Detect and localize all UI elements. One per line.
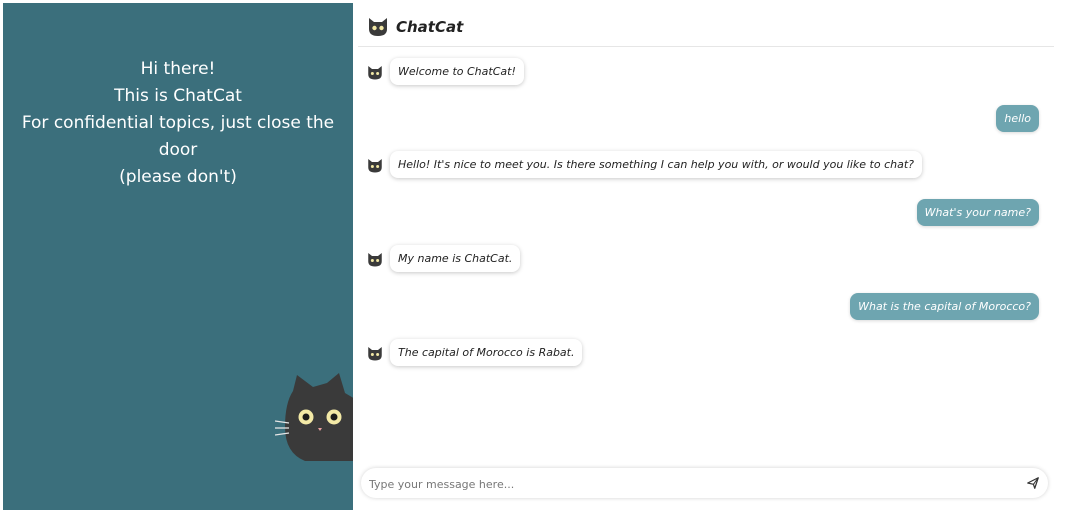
bot-message: The capital of Morocco is Rabat. xyxy=(390,339,583,366)
cat-avatar-icon xyxy=(368,66,382,80)
cat-avatar-icon xyxy=(368,159,382,173)
intro-text: Hi there! This is ChatCat For confidenti… xyxy=(13,56,343,191)
send-icon[interactable] xyxy=(1026,476,1040,490)
cat-logo-icon xyxy=(369,18,387,36)
user-message: What is the capital of Morocco? xyxy=(850,293,1039,320)
message-input[interactable] xyxy=(367,473,1011,495)
intro-panel: Hi there! This is ChatCat For confidenti… xyxy=(3,3,353,510)
chat-header: ChatCat xyxy=(358,3,1054,47)
intro-line: door xyxy=(158,140,198,160)
app-title: ChatCat xyxy=(396,18,464,36)
message-composer xyxy=(361,468,1048,498)
intro-line: (please don't) xyxy=(119,167,237,187)
message-row: The capital of Morocco is Rabat. xyxy=(358,339,1054,369)
message-row: Hello! It's nice to meet you. Is there s… xyxy=(358,151,1054,181)
cat-avatar-icon xyxy=(368,253,382,267)
chat-panel: ChatCat Welcome to ChatCat! hello Hello!… xyxy=(358,3,1054,510)
intro-line: This is ChatCat xyxy=(114,86,242,106)
user-message: hello xyxy=(996,105,1039,132)
user-message: What's your name? xyxy=(916,199,1039,226)
message-row: My name is ChatCat. xyxy=(358,245,1054,275)
bot-message: My name is ChatCat. xyxy=(390,245,521,272)
bot-message: Hello! It's nice to meet you. Is there s… xyxy=(390,151,922,178)
cat-avatar-icon xyxy=(368,347,382,361)
intro-line: Hi there! xyxy=(140,59,216,79)
message-row: What's your name? xyxy=(358,199,1054,229)
message-row: What is the capital of Morocco? xyxy=(358,293,1054,323)
peeking-cat-icon xyxy=(275,373,353,461)
bot-message: Welcome to ChatCat! xyxy=(390,58,524,85)
message-row: Welcome to ChatCat! xyxy=(358,58,1054,88)
intro-line: For confidential topics, just close the xyxy=(21,113,335,133)
message-row: hello xyxy=(358,105,1054,135)
